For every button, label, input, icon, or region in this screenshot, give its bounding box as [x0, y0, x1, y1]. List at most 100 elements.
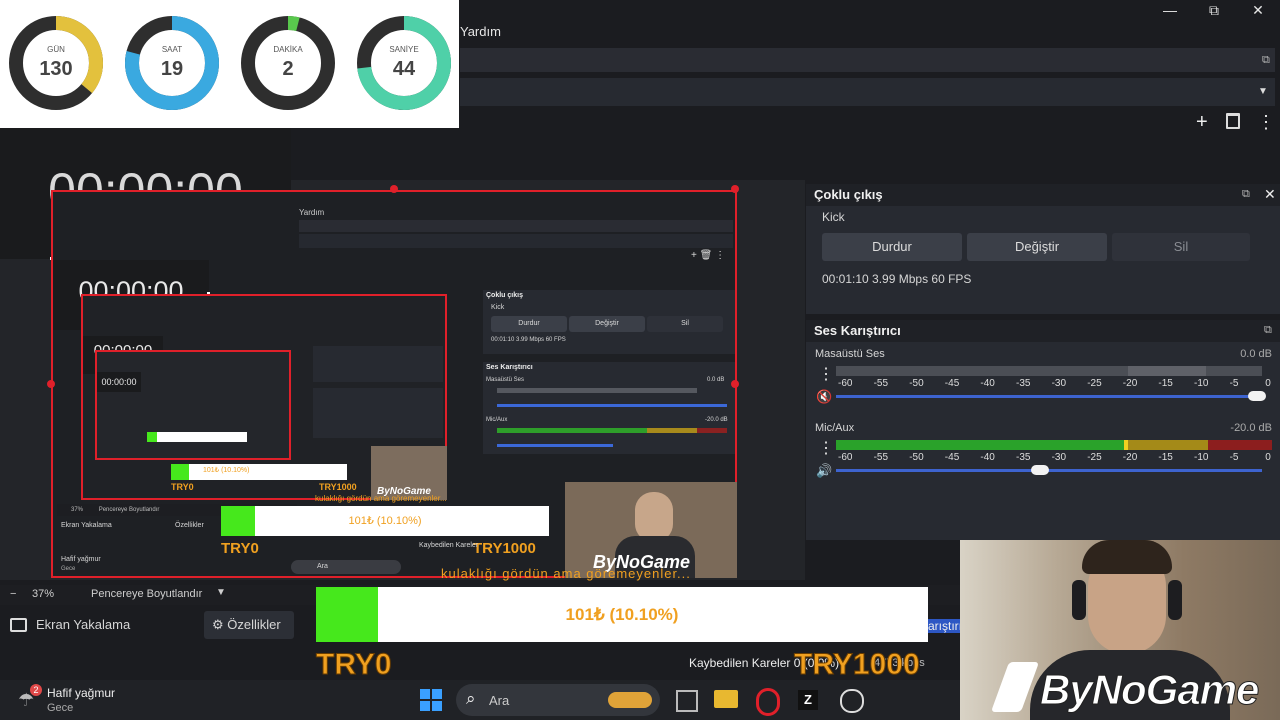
meter-scale-label: -60 — [838, 378, 853, 389]
meter-scale-label: -10 — [1194, 378, 1209, 389]
chevron-down-icon[interactable]: ▼ — [1258, 86, 1268, 97]
nested-multi-title: Çoklu çıkış — [486, 292, 523, 299]
muted-speaker-icon[interactable]: 🔇 — [816, 389, 832, 405]
file-explorer-icon[interactable] — [714, 690, 738, 708]
channel-menu-icon[interactable]: ⋮ — [818, 364, 834, 384]
app-icon[interactable]: Z — [798, 690, 818, 710]
nested-kick: Kick — [491, 304, 505, 311]
donation-progress: 101₺ (10.10%) — [316, 587, 928, 642]
nested-multi-panel: Çoklu çıkış Kick Durdur Değiştir Sil 00:… — [483, 290, 735, 354]
nested-bar2 — [299, 234, 733, 248]
nested-zoom: 37% — [71, 507, 84, 513]
nested-toolbar-icons: + 🗑 ⋮ — [691, 250, 726, 261]
nested-preview[interactable]: Yardım + 🗑 ⋮ 00:00:00 00:00:00 Çoklu çık… — [51, 190, 737, 581]
meter-scale-label: -20 — [1122, 452, 1138, 463]
nested-try1000: TRY1000 — [473, 540, 536, 557]
resize-handle-top[interactable] — [390, 185, 398, 193]
nested-stop: Durdur — [491, 316, 567, 332]
meter-scale-label: -50 — [909, 452, 924, 463]
profile-dropdown[interactable] — [460, 78, 1275, 106]
mixer-tab[interactable]: arıştırı — [926, 619, 965, 633]
volume-track[interactable] — [836, 395, 1262, 398]
nested3-progress — [147, 432, 247, 442]
countdown-gauges: GÜN 130 SAAT 19 DAKİKA 2 SANİYE 44 — [9, 16, 451, 110]
plus-icon[interactable]: + — [1196, 111, 1208, 134]
meter-peak — [1124, 440, 1128, 450]
nested-bar — [299, 220, 733, 232]
trash-icon[interactable] — [1226, 113, 1240, 129]
opera-icon[interactable] — [756, 688, 780, 716]
close-button[interactable]: ✕ — [1236, 0, 1280, 22]
donation-progress-text: 101₺ (10.10%) — [565, 605, 679, 624]
resize-handle-left[interactable] — [47, 380, 55, 388]
meter-scale-label: -30 — [1051, 378, 1067, 389]
nested-try0: TRY0 — [221, 540, 259, 557]
taskbar: ☂ 2 Hafif yağmur Gece ⌕ Ara Z — [0, 680, 960, 720]
output-target: Kick — [822, 210, 845, 224]
nested-desktop: Masaüstü Ses — [486, 377, 525, 383]
nested-change: Değiştir — [569, 316, 645, 332]
channel-menu-icon[interactable]: ⋮ — [818, 438, 834, 458]
resize-handle-right[interactable] — [731, 380, 739, 388]
gauge-value: 130 — [39, 58, 72, 80]
gear-icon: ⚙ — [212, 617, 224, 632]
stop-button[interactable]: Durdur — [822, 233, 962, 261]
scene-bar — [460, 48, 1275, 72]
meter-yellow — [1126, 440, 1208, 450]
maximize-button[interactable]: ⧉ — [1192, 0, 1236, 22]
nested2-try1000: TRY1000 — [319, 482, 357, 492]
chevron-down-icon[interactable]: ▼ — [216, 587, 226, 598]
properties-button[interactable]: ⚙ Özellikler — [204, 611, 294, 639]
fit-dropdown[interactable]: Pencereye Boyutlandır — [91, 588, 202, 600]
webcam-headphone-r — [1168, 580, 1182, 620]
delete-button[interactable]: Sil — [1112, 233, 1250, 261]
meter-scale-label: -5 — [1229, 378, 1239, 389]
multi-output-panel: Çoklu çıkış ⧉ ✕ Kick Durdur Değiştir Sil… — [806, 184, 1280, 314]
channel-db: 0.0 dB — [1240, 348, 1272, 360]
meter-scale-label: -45 — [944, 452, 960, 463]
obs-icon[interactable] — [840, 689, 864, 713]
nested2-progress — [171, 464, 347, 480]
gauge-value: 19 — [161, 58, 183, 80]
speaker-icon[interactable]: 🔊 — [816, 463, 832, 479]
close-icon[interactable]: ✕ — [1264, 186, 1276, 203]
windows-start-icon[interactable] — [420, 689, 442, 711]
zoom-out-icon[interactable]: − — [10, 588, 16, 600]
zoom-level[interactable]: 37% — [32, 588, 54, 600]
taskbar-search[interactable]: ⌕ Ara — [456, 684, 660, 716]
resize-handle-tr[interactable] — [731, 185, 739, 193]
nested-dropped: Kaybedilen Kareler — [419, 542, 479, 549]
volume-knob[interactable] — [1031, 465, 1049, 475]
nested-slider1 — [497, 404, 727, 407]
weather-text[interactable]: Hafif yağmur — [47, 686, 115, 700]
meter-scale-label: -55 — [873, 452, 889, 463]
minimize-button[interactable]: — — [1148, 0, 1192, 22]
volume-knob[interactable] — [1248, 391, 1266, 401]
more-icon[interactable]: ⋮ — [1257, 112, 1275, 133]
gauge-value: 44 — [393, 58, 416, 80]
menu-help[interactable]: Yardım — [460, 24, 501, 39]
nested-meter2-green — [497, 428, 647, 433]
meter-scale-label: -30 — [1051, 452, 1067, 463]
meter-scale-label: -10 — [1194, 452, 1209, 463]
properties-label: Özellikler — [227, 617, 281, 632]
undock-icon[interactable]: ⧉ — [1262, 54, 1270, 67]
undock-icon[interactable]: ⧉ — [1264, 324, 1272, 337]
gauge-label: SANİYE — [389, 45, 418, 54]
nested-meter2-yellow — [647, 428, 697, 433]
change-button[interactable]: Değiştir — [967, 233, 1107, 261]
nested-fit: Pencereye Boyutlandır — [98, 507, 160, 513]
channel-db: -20.0 dB — [1230, 422, 1272, 434]
volume-track[interactable] — [836, 469, 1262, 472]
webcam-headphone-l — [1072, 580, 1086, 620]
brand-logo: ByNoGame — [1039, 666, 1259, 714]
meter-scale-label: -35 — [1016, 378, 1031, 389]
nested-webcam-face — [635, 492, 673, 542]
search-icon: ⌕ — [466, 689, 476, 708]
task-view-icon[interactable] — [676, 690, 698, 712]
nested-mixer-title: Ses Karıştırıcı — [486, 364, 533, 371]
undock-icon[interactable]: ⧉ — [1242, 188, 1250, 201]
source-name[interactable]: Ekran Yakalama — [36, 617, 130, 632]
countdown-widget: GÜN 130 SAAT 19 DAKİKA 2 SANİYE 44 — [0, 0, 459, 128]
nested-progress-text: 101₺ (10.10%) — [348, 515, 422, 527]
